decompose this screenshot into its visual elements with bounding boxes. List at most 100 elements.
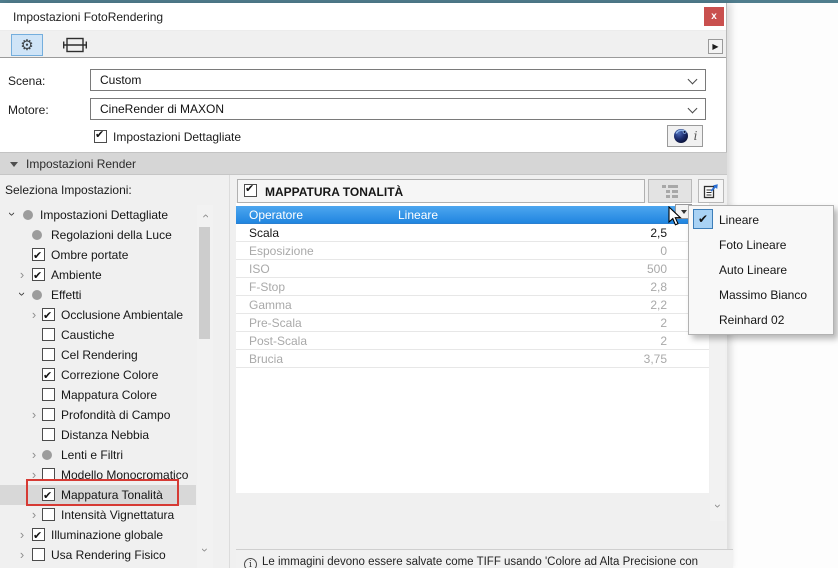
tone-mapping-title: MAPPATURA TONALITÀ: [265, 185, 404, 199]
tree-item[interactable]: › Lenti e Filtri: [0, 445, 196, 465]
menu-item-label: Reinhard 02: [719, 312, 785, 327]
tree-checkbox[interactable]: [42, 508, 55, 521]
tree-item[interactable]: ✔ Ombre portate: [0, 245, 196, 265]
menu-item[interactable]: Reinhard 02: [689, 307, 833, 332]
parameter-row[interactable]: Operatore Lineare: [236, 206, 709, 224]
chevron-collapsed-icon[interactable]: ›: [17, 525, 27, 545]
tree-checkbox[interactable]: ✔: [32, 268, 45, 282]
engine-select[interactable]: CineRender di MAXON: [90, 98, 706, 120]
chevron-collapsed-icon[interactable]: ›: [17, 265, 27, 285]
chevron-collapsed-icon[interactable]: ›: [17, 545, 27, 565]
detailed-settings-checkbox[interactable]: ✔: [94, 129, 107, 143]
tree-item-label: Illuminazione globale: [51, 528, 164, 542]
tree-item[interactable]: › Intensità Vignettatura: [0, 505, 196, 525]
settings-tree: › Impostazioni Dettagliate Regolazioni del…: [0, 205, 196, 565]
tree-checkbox[interactable]: ✔: [32, 248, 45, 262]
tree-checkbox[interactable]: [42, 388, 55, 401]
parameter-value[interactable]: 0: [660, 242, 667, 260]
flyout-button[interactable]: ▶: [708, 39, 723, 54]
tree-item-label: Mappatura Colore: [61, 388, 158, 402]
tree-item-label: Regolazioni della Luce: [51, 228, 172, 242]
parameter-row[interactable]: ISO 500: [236, 260, 709, 278]
tree-checkbox[interactable]: [42, 348, 55, 361]
parameter-value[interactable]: 2,8: [650, 278, 667, 296]
scene-select[interactable]: Custom: [90, 69, 706, 91]
tree-list-icon: [662, 185, 678, 198]
parameter-value[interactable]: 2,2: [650, 296, 667, 314]
parameter-value[interactable]: 2: [660, 332, 667, 350]
parameter-value[interactable]: 3,75: [644, 350, 667, 368]
chevron-collapsed-icon[interactable]: ›: [29, 505, 39, 525]
scroll-up-icon[interactable]: ›: [198, 211, 212, 221]
menu-check-icon: ✔: [693, 209, 713, 229]
parameter-row[interactable]: Esposizione 0: [236, 242, 709, 260]
tab-size[interactable]: [59, 34, 91, 56]
tree-checkbox[interactable]: [42, 428, 55, 441]
menu-item[interactable]: Massimo Bianco: [689, 282, 833, 307]
scroll-down-icon[interactable]: ›: [198, 545, 212, 555]
tree-item-label: Impostazioni Dettagliate: [40, 208, 169, 222]
parameter-row[interactable]: Brucia 3,75: [236, 350, 709, 368]
render-settings-section-header[interactable]: Impostazioni Render: [0, 152, 727, 175]
tree-item[interactable]: › Usa Rendering Fisico: [0, 545, 196, 565]
tree-checkbox[interactable]: [42, 408, 55, 421]
tree-item-label: Occlusione Ambientale: [61, 308, 184, 322]
tree-item-label: Caustiche: [61, 328, 115, 342]
menu-item[interactable]: ✔ Lineare: [689, 207, 833, 232]
parameter-row[interactable]: Scala 2,5: [236, 224, 709, 242]
menu-item-label: Auto Lineare: [719, 262, 788, 277]
tree-item[interactable]: Caustiche: [0, 325, 196, 345]
dialog-title: Impostazioni FotoRendering: [13, 10, 164, 24]
tree-item[interactable]: › ✔ Ambiente: [0, 265, 196, 285]
group-dot-icon: [23, 210, 33, 220]
tree-item[interactable]: Mappatura Colore: [0, 385, 196, 405]
menu-item[interactable]: Foto Lineare: [689, 232, 833, 257]
parameter-label: Scala: [249, 226, 280, 240]
tone-mapping-header: ✔ MAPPATURA TONALITÀ: [237, 179, 645, 203]
parameter-value[interactable]: Lineare: [398, 206, 438, 224]
chevron-expanded-icon[interactable]: ›: [2, 209, 22, 219]
title-bar[interactable]: Impostazioni FotoRendering x: [0, 3, 726, 31]
parameter-label: Gamma: [249, 298, 292, 312]
tree-scrollbar-thumb[interactable]: [199, 227, 210, 339]
scroll-down-icon[interactable]: ›: [711, 501, 725, 511]
tree-item[interactable]: Cel Rendering: [0, 345, 196, 365]
menu-item-label: Massimo Bianco: [719, 287, 808, 302]
parameter-value[interactable]: 2,5: [650, 224, 667, 242]
engine-info-button[interactable]: i: [667, 125, 703, 147]
menu-item[interactable]: Auto Lineare: [689, 257, 833, 282]
parameter-row[interactable]: Pre-Scala 2: [236, 314, 709, 332]
tree-checkbox[interactable]: ✔: [42, 308, 55, 322]
tree-item[interactable]: › Effetti: [0, 285, 196, 305]
check-icon: ✔: [95, 129, 105, 141]
tab-settings[interactable]: ⚙: [11, 34, 43, 56]
transfer-settings-button[interactable]: [698, 179, 724, 203]
chevron-expanded-icon[interactable]: ›: [12, 289, 32, 299]
chevron-collapsed-icon[interactable]: ›: [29, 305, 39, 325]
tree-item-label: Distanza Nebbia: [61, 428, 150, 442]
parameter-row[interactable]: Post-Scala 2: [236, 332, 709, 350]
tree-item[interactable]: › ✔ Illuminazione globale: [0, 525, 196, 545]
chevron-collapsed-icon[interactable]: ›: [29, 405, 39, 425]
parameter-row[interactable]: F-Stop 2,8: [236, 278, 709, 296]
chevron-collapsed-icon[interactable]: ›: [29, 445, 39, 465]
tree-item-label: Usa Rendering Fisico: [51, 548, 166, 562]
tree-item[interactable]: › ✔ Occlusione Ambientale: [0, 305, 196, 325]
tree-checkbox[interactable]: [42, 328, 55, 341]
tree-item[interactable]: › Impostazioni Dettagliate: [0, 205, 196, 225]
screenshot-canvas: Impostazioni FotoRendering x ⚙ ▶ Scena: …: [0, 0, 838, 568]
tone-mapping-checkbox[interactable]: ✔: [244, 183, 257, 197]
tree-checkbox[interactable]: ✔: [42, 368, 55, 382]
parameter-value[interactable]: 2: [660, 314, 667, 332]
tree-checkbox[interactable]: ✔: [32, 528, 45, 542]
tree-checkbox[interactable]: [32, 548, 45, 561]
tree-item[interactable]: Regolazioni della Luce: [0, 225, 196, 245]
close-button[interactable]: x: [704, 7, 724, 26]
tree-item[interactable]: Distanza Nebbia: [0, 425, 196, 445]
tree-scrollbar[interactable]: › ›: [197, 205, 213, 568]
annotation-highlight-box: [26, 479, 179, 506]
tree-item[interactable]: › Profondità di Campo: [0, 405, 196, 425]
parameter-row[interactable]: Gamma 2,2: [236, 296, 709, 314]
parameter-value[interactable]: 500: [647, 260, 667, 278]
tree-item[interactable]: ✔ Correzione Colore: [0, 365, 196, 385]
